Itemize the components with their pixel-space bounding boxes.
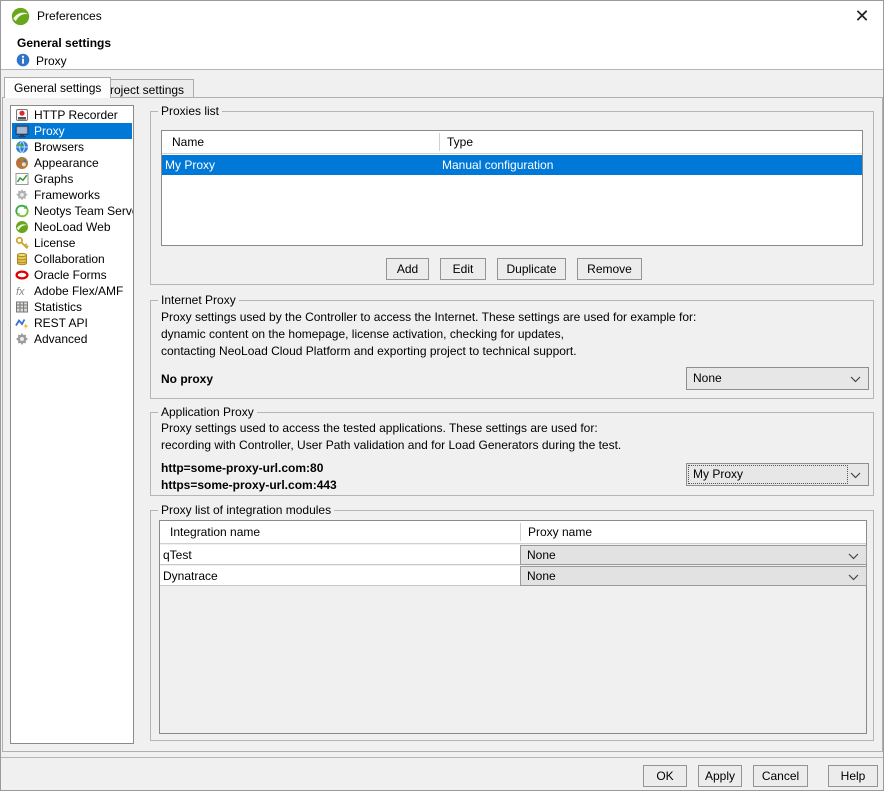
- proxies-list-group: Proxies list Name Type My Proxy Manual c…: [150, 111, 874, 285]
- integration-name-cell: qTest: [160, 545, 192, 565]
- proxy-icon: [15, 124, 29, 138]
- neotys-team-server-icon: [15, 204, 29, 218]
- internet-proxy-group: Internet Proxy Proxy settings used by th…: [150, 300, 874, 399]
- chevron-down-icon: [848, 553, 859, 560]
- frameworks-icon: [15, 188, 29, 202]
- appearance-icon: [15, 156, 29, 170]
- tab-general-settings[interactable]: General settings: [4, 77, 111, 98]
- chevron-down-icon: [850, 376, 861, 383]
- group-title: Proxy list of integration modules: [158, 503, 334, 517]
- close-icon[interactable]: ✕: [849, 3, 875, 29]
- sidebar-item-graphs[interactable]: Graphs: [12, 171, 132, 187]
- sidebar-item-rest-api[interactable]: REST API: [12, 315, 132, 331]
- duplicate-button[interactable]: Duplicate: [497, 258, 566, 280]
- group-title: Application Proxy: [158, 405, 257, 419]
- application-proxy-group: Application Proxy Proxy settings used to…: [150, 412, 874, 496]
- add-button[interactable]: Add: [386, 258, 429, 280]
- adobe-flex-amf-icon: fx: [15, 284, 29, 298]
- svg-text:fx: fx: [16, 286, 25, 298]
- apply-button[interactable]: Apply: [698, 765, 742, 787]
- http-recorder-icon: [15, 108, 29, 122]
- group-title: Proxies list: [158, 104, 222, 118]
- sidebar-item-http-recorder[interactable]: HTTP Recorder: [12, 107, 132, 123]
- dynatrace-proxy-dropdown[interactable]: None: [520, 566, 867, 586]
- column-header-name[interactable]: Name: [172, 135, 204, 149]
- proxies-table: Name Type My Proxy Manual configuration: [161, 130, 863, 246]
- sidebar-item-adobe-flex-amf[interactable]: fx Adobe Flex/AMF: [12, 283, 132, 299]
- column-header-proxy-name[interactable]: Proxy name: [528, 525, 592, 539]
- integration-modules-group: Proxy list of integration modules Integr…: [150, 510, 874, 741]
- section-title: General settings: [17, 36, 111, 50]
- column-header-type[interactable]: Type: [447, 135, 473, 149]
- page-title: Proxy: [36, 54, 67, 68]
- rest-api-icon: [15, 316, 29, 330]
- proxies-table-header: Name Type: [162, 131, 862, 154]
- integration-name-cell: Dynatrace: [160, 566, 218, 586]
- sidebar-item-appearance[interactable]: Appearance: [12, 155, 132, 171]
- advanced-icon: [15, 332, 29, 346]
- application-proxy-http-line: http=some-proxy-url.com:80: [161, 460, 323, 477]
- neoload-logo-icon: [11, 7, 30, 26]
- application-proxy-description-line: recording with Controller, User Path val…: [161, 437, 621, 454]
- settings-category-list: HTTP Recorder Proxy Browsers Appearance …: [10, 105, 134, 744]
- sidebar-item-license[interactable]: License: [12, 235, 132, 251]
- application-proxy-dropdown[interactable]: My Proxy: [686, 463, 869, 486]
- neoload-web-icon: [15, 220, 29, 234]
- statistics-icon: [15, 300, 29, 314]
- internet-proxy-description-line: Proxy settings used by the Controller to…: [161, 309, 696, 326]
- tab-content-panel: HTTP Recorder Proxy Browsers Appearance …: [2, 97, 883, 752]
- integration-modules-table: Integration name Proxy name qTest None D…: [159, 520, 867, 734]
- sidebar-item-statistics[interactable]: Statistics: [12, 299, 132, 315]
- info-icon: [16, 53, 30, 67]
- integration-table-header: Integration name Proxy name: [160, 521, 866, 544]
- help-button[interactable]: Help: [828, 765, 878, 787]
- sidebar-item-browsers[interactable]: Browsers: [12, 139, 132, 155]
- qtest-proxy-dropdown[interactable]: None: [520, 545, 867, 565]
- license-icon: [15, 236, 29, 250]
- sidebar-item-proxy[interactable]: Proxy: [12, 123, 132, 139]
- proxies-table-row[interactable]: My Proxy Manual configuration: [162, 155, 862, 175]
- proxy-type-cell: Manual configuration: [439, 155, 553, 175]
- column-header-integration-name[interactable]: Integration name: [170, 525, 260, 539]
- sidebar-item-frameworks[interactable]: Frameworks: [12, 187, 132, 203]
- edit-button[interactable]: Edit: [440, 258, 486, 280]
- sidebar-item-neoload-web[interactable]: NeoLoad Web: [12, 219, 132, 235]
- title-bar: Preferences ✕: [1, 1, 883, 31]
- integration-row-dynatrace[interactable]: Dynatrace None: [160, 566, 866, 586]
- sidebar-item-collaboration[interactable]: Collaboration: [12, 251, 132, 267]
- internet-proxy-dropdown[interactable]: None: [686, 367, 869, 390]
- preferences-dialog: Preferences ✕ General settings Proxy Gen…: [0, 0, 884, 791]
- remove-button[interactable]: Remove: [577, 258, 642, 280]
- application-proxy-https-line: https=some-proxy-url.com:443: [161, 477, 337, 494]
- group-title: Internet Proxy: [158, 293, 239, 307]
- internet-proxy-description-line: contacting NeoLoad Cloud Platform and ex…: [161, 343, 577, 360]
- collaboration-icon: [15, 252, 29, 266]
- internet-proxy-description-line: dynamic content on the homepage, license…: [161, 326, 564, 343]
- ok-button[interactable]: OK: [643, 765, 687, 787]
- chevron-down-icon: [850, 472, 861, 479]
- chevron-down-icon: [848, 574, 859, 581]
- window-title: Preferences: [37, 9, 102, 23]
- oracle-forms-icon: [15, 268, 29, 282]
- application-proxy-description-line: Proxy settings used to access the tested…: [161, 420, 598, 437]
- sidebar-item-neotys-team-server[interactable]: Neotys Team Server: [12, 203, 132, 219]
- sidebar-item-oracle-forms[interactable]: Oracle Forms: [12, 267, 132, 283]
- footer-separator: [1, 757, 884, 758]
- internet-proxy-current-setting: No proxy: [161, 371, 213, 388]
- integration-row-qtest[interactable]: qTest None: [160, 545, 866, 565]
- graphs-icon: [15, 172, 29, 186]
- browsers-icon: [15, 140, 29, 154]
- proxy-name-cell: My Proxy: [162, 155, 215, 175]
- sidebar-item-advanced[interactable]: Advanced: [12, 331, 132, 347]
- header-zone: General settings Proxy: [1, 31, 883, 70]
- cancel-button[interactable]: Cancel: [753, 765, 808, 787]
